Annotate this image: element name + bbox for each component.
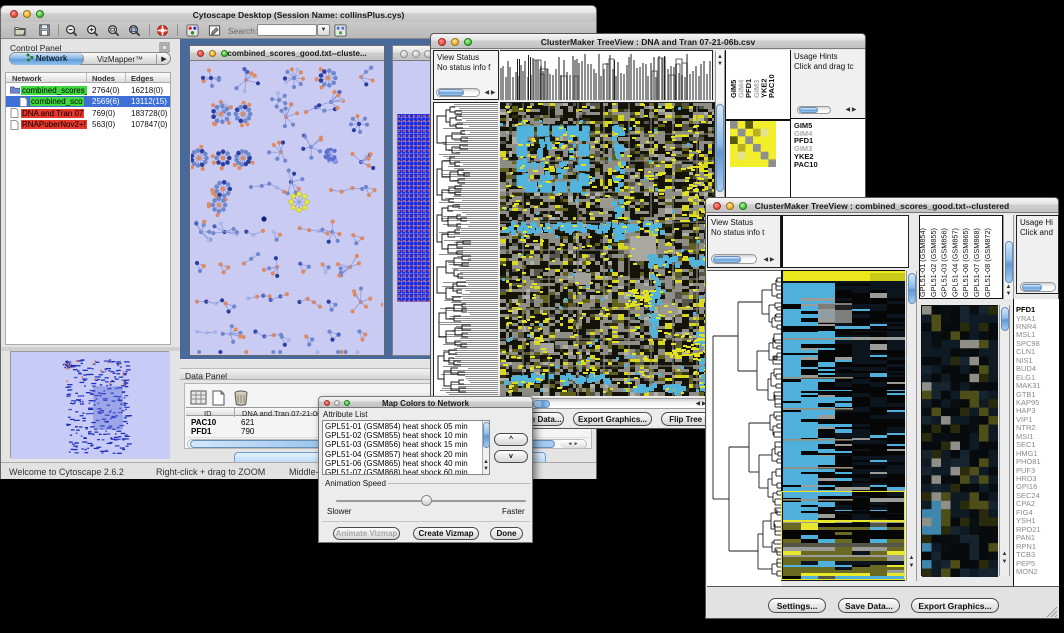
svg-text:PAC10: PAC10: [767, 74, 776, 98]
